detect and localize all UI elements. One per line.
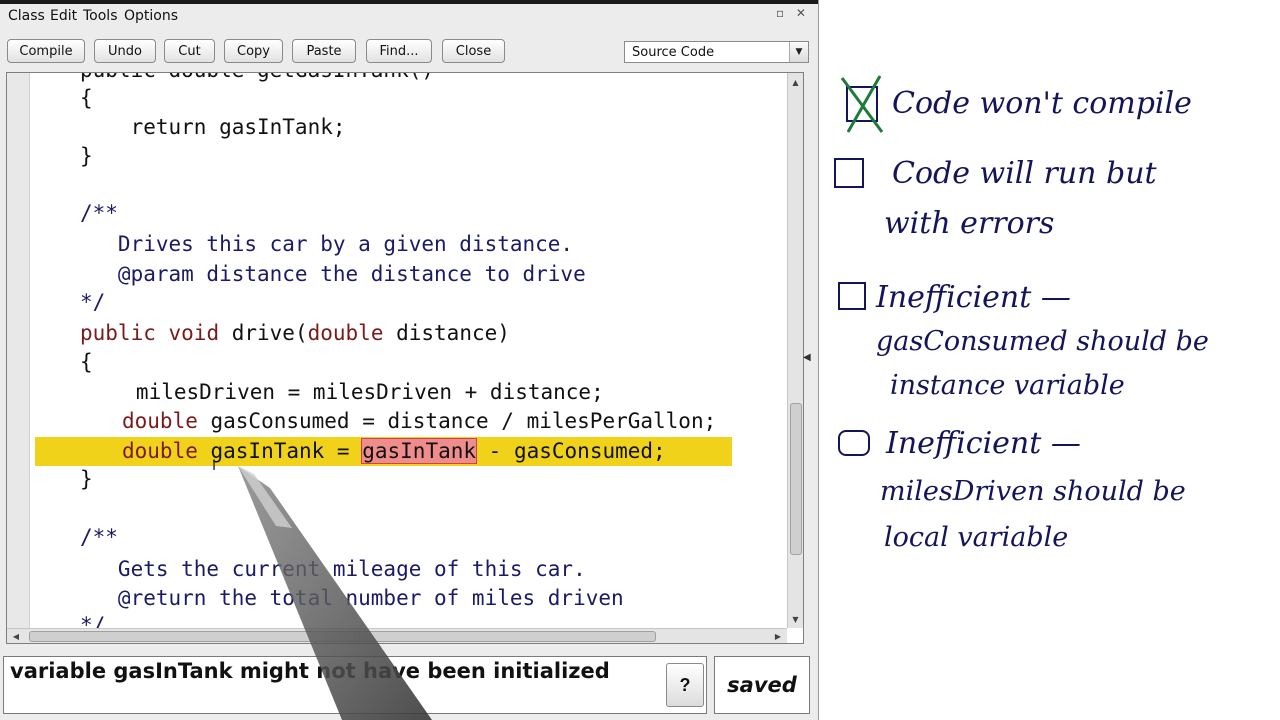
handwritten-notes: Code won't compile Code will run but wit… — [822, 0, 1280, 720]
param-text: distance) — [383, 321, 510, 345]
comment-line: Gets the current mileage of this car. — [80, 557, 586, 581]
checkbox-empty-icon[interactable] — [838, 282, 866, 310]
statement-text: gasConsumed = distance / milesPerGallon; — [197, 409, 717, 433]
option-inefficient-miles: Inefficient — — [886, 426, 1081, 461]
code-text-area[interactable]: public double getGasInTank() { return ga… — [30, 73, 787, 628]
option-runtime-errors: Code will run but — [892, 156, 1157, 191]
menu-edit-label: Edit — [50, 8, 78, 24]
comment-line: Drives this car by a given distance. — [80, 232, 574, 256]
view-select[interactable]: Source Code ▼ — [624, 41, 809, 63]
horizontal-scrollbar[interactable]: ◀ ▶ — [7, 628, 787, 643]
menu-bar: Class Edit Tools Options ▫ ✕ — [0, 0, 818, 28]
error-message-text: variable gasInTank might not have been i… — [10, 659, 610, 683]
checkbox-empty-icon[interactable] — [838, 430, 870, 456]
keyword-double: double — [307, 321, 384, 345]
horizontal-scroll-thumb[interactable] — [29, 631, 656, 642]
keyword-double: double — [122, 439, 198, 463]
checkbox-empty-icon[interactable] — [834, 158, 864, 188]
find-button[interactable]: Find... — [366, 39, 432, 63]
comment-line: /** — [80, 525, 118, 549]
menu-tools[interactable]: Tools — [83, 8, 118, 24]
scroll-left-icon[interactable]: ◀ — [9, 629, 23, 643]
comment-line: */ — [80, 290, 106, 314]
keyword-double: double — [122, 409, 198, 433]
error-token[interactable]: gasInTank — [361, 438, 478, 464]
statement-text: - gasConsumed; — [476, 439, 666, 463]
option-inefficient-gas-cont2: instance variable — [890, 370, 1125, 401]
check-mark-icon — [840, 75, 884, 133]
scroll-right-icon[interactable]: ▶ — [771, 629, 785, 643]
cut-button[interactable]: Cut — [164, 39, 215, 63]
copy-button[interactable]: Copy — [224, 39, 283, 63]
option-inefficient-gas-cont: gasConsumed should be — [876, 326, 1209, 357]
status-indicator: saved — [714, 656, 810, 714]
menu-class[interactable]: Class — [8, 8, 45, 24]
comment-line: */ — [80, 613, 106, 628]
option-inefficient-miles-cont: milesDriven should be — [880, 476, 1186, 507]
menu-options[interactable]: Options — [124, 8, 178, 24]
code-line: milesDriven = milesDriven + distance; — [98, 380, 604, 404]
view-select-value: Source Code — [632, 44, 715, 60]
undo-button[interactable]: Undo — [94, 39, 156, 63]
collapse-arrow-icon[interactable]: ◀ — [803, 352, 811, 363]
comment-line: @param distance the distance to drive — [80, 262, 586, 286]
error-message-panel: variable gasInTank might not have been i… — [3, 656, 707, 714]
code-line-gas-consumed: double gasConsumed = distance / milesPer… — [122, 407, 716, 436]
comment-line: /** — [80, 201, 118, 225]
code-frame: public double getGasInTank() { return ga… — [6, 72, 804, 644]
compile-button[interactable]: Compile — [7, 39, 85, 63]
code-line: { — [80, 350, 93, 374]
keyword-void: void — [168, 321, 220, 345]
code-line-drive-signature: public void drive(double distance) — [80, 319, 510, 348]
statement-text: gasInTank = — [197, 439, 363, 463]
code-line: public double getGasInTank() — [80, 73, 434, 85]
scroll-up-icon[interactable]: ▲ — [788, 75, 803, 89]
menu-class-label: Class — [8, 8, 45, 24]
chevron-down-icon[interactable]: ▼ — [789, 42, 808, 62]
menu-options-label: Options — [124, 8, 179, 24]
toolbar: Compile Undo Cut Copy Paste Find... Clos… — [0, 36, 818, 70]
code-editor-window: Class Edit Tools Options ▫ ✕ Compile Und… — [0, 0, 819, 720]
option-inefficient-gas: Inefficient — — [876, 280, 1071, 315]
vertical-scroll-thumb[interactable] — [790, 403, 802, 555]
method-name: drive( — [219, 321, 308, 345]
close-button[interactable]: Close — [442, 39, 505, 63]
line-gutter — [7, 73, 30, 628]
keyword-public: public — [80, 321, 156, 345]
code-line: } — [80, 144, 93, 168]
option-inefficient-miles-cont2: local variable — [884, 522, 1069, 553]
option-compile: Code won't compile — [892, 86, 1192, 121]
code-line: { — [80, 86, 93, 110]
code-line-gas-in-tank: double gasInTank = gasInTank - gasConsum… — [122, 437, 666, 466]
window-controls-icon[interactable]: ▫ ✕ — [776, 6, 810, 20]
menu-tools-label: Tools — [83, 8, 118, 24]
vertical-scrollbar[interactable]: ▲ ▼ — [787, 73, 803, 628]
scroll-down-icon[interactable]: ▼ — [788, 612, 803, 626]
help-button[interactable]: ? — [666, 663, 704, 707]
menu-edit[interactable]: Edit — [50, 8, 77, 24]
comment-line: @return the total number of miles driven — [80, 586, 624, 610]
text-cursor-icon: I — [212, 458, 217, 474]
paste-button[interactable]: Paste — [292, 39, 356, 63]
code-line: return gasInTank; — [80, 115, 346, 139]
code-line: } — [80, 467, 93, 491]
option-runtime-errors-cont: with errors — [884, 206, 1055, 241]
